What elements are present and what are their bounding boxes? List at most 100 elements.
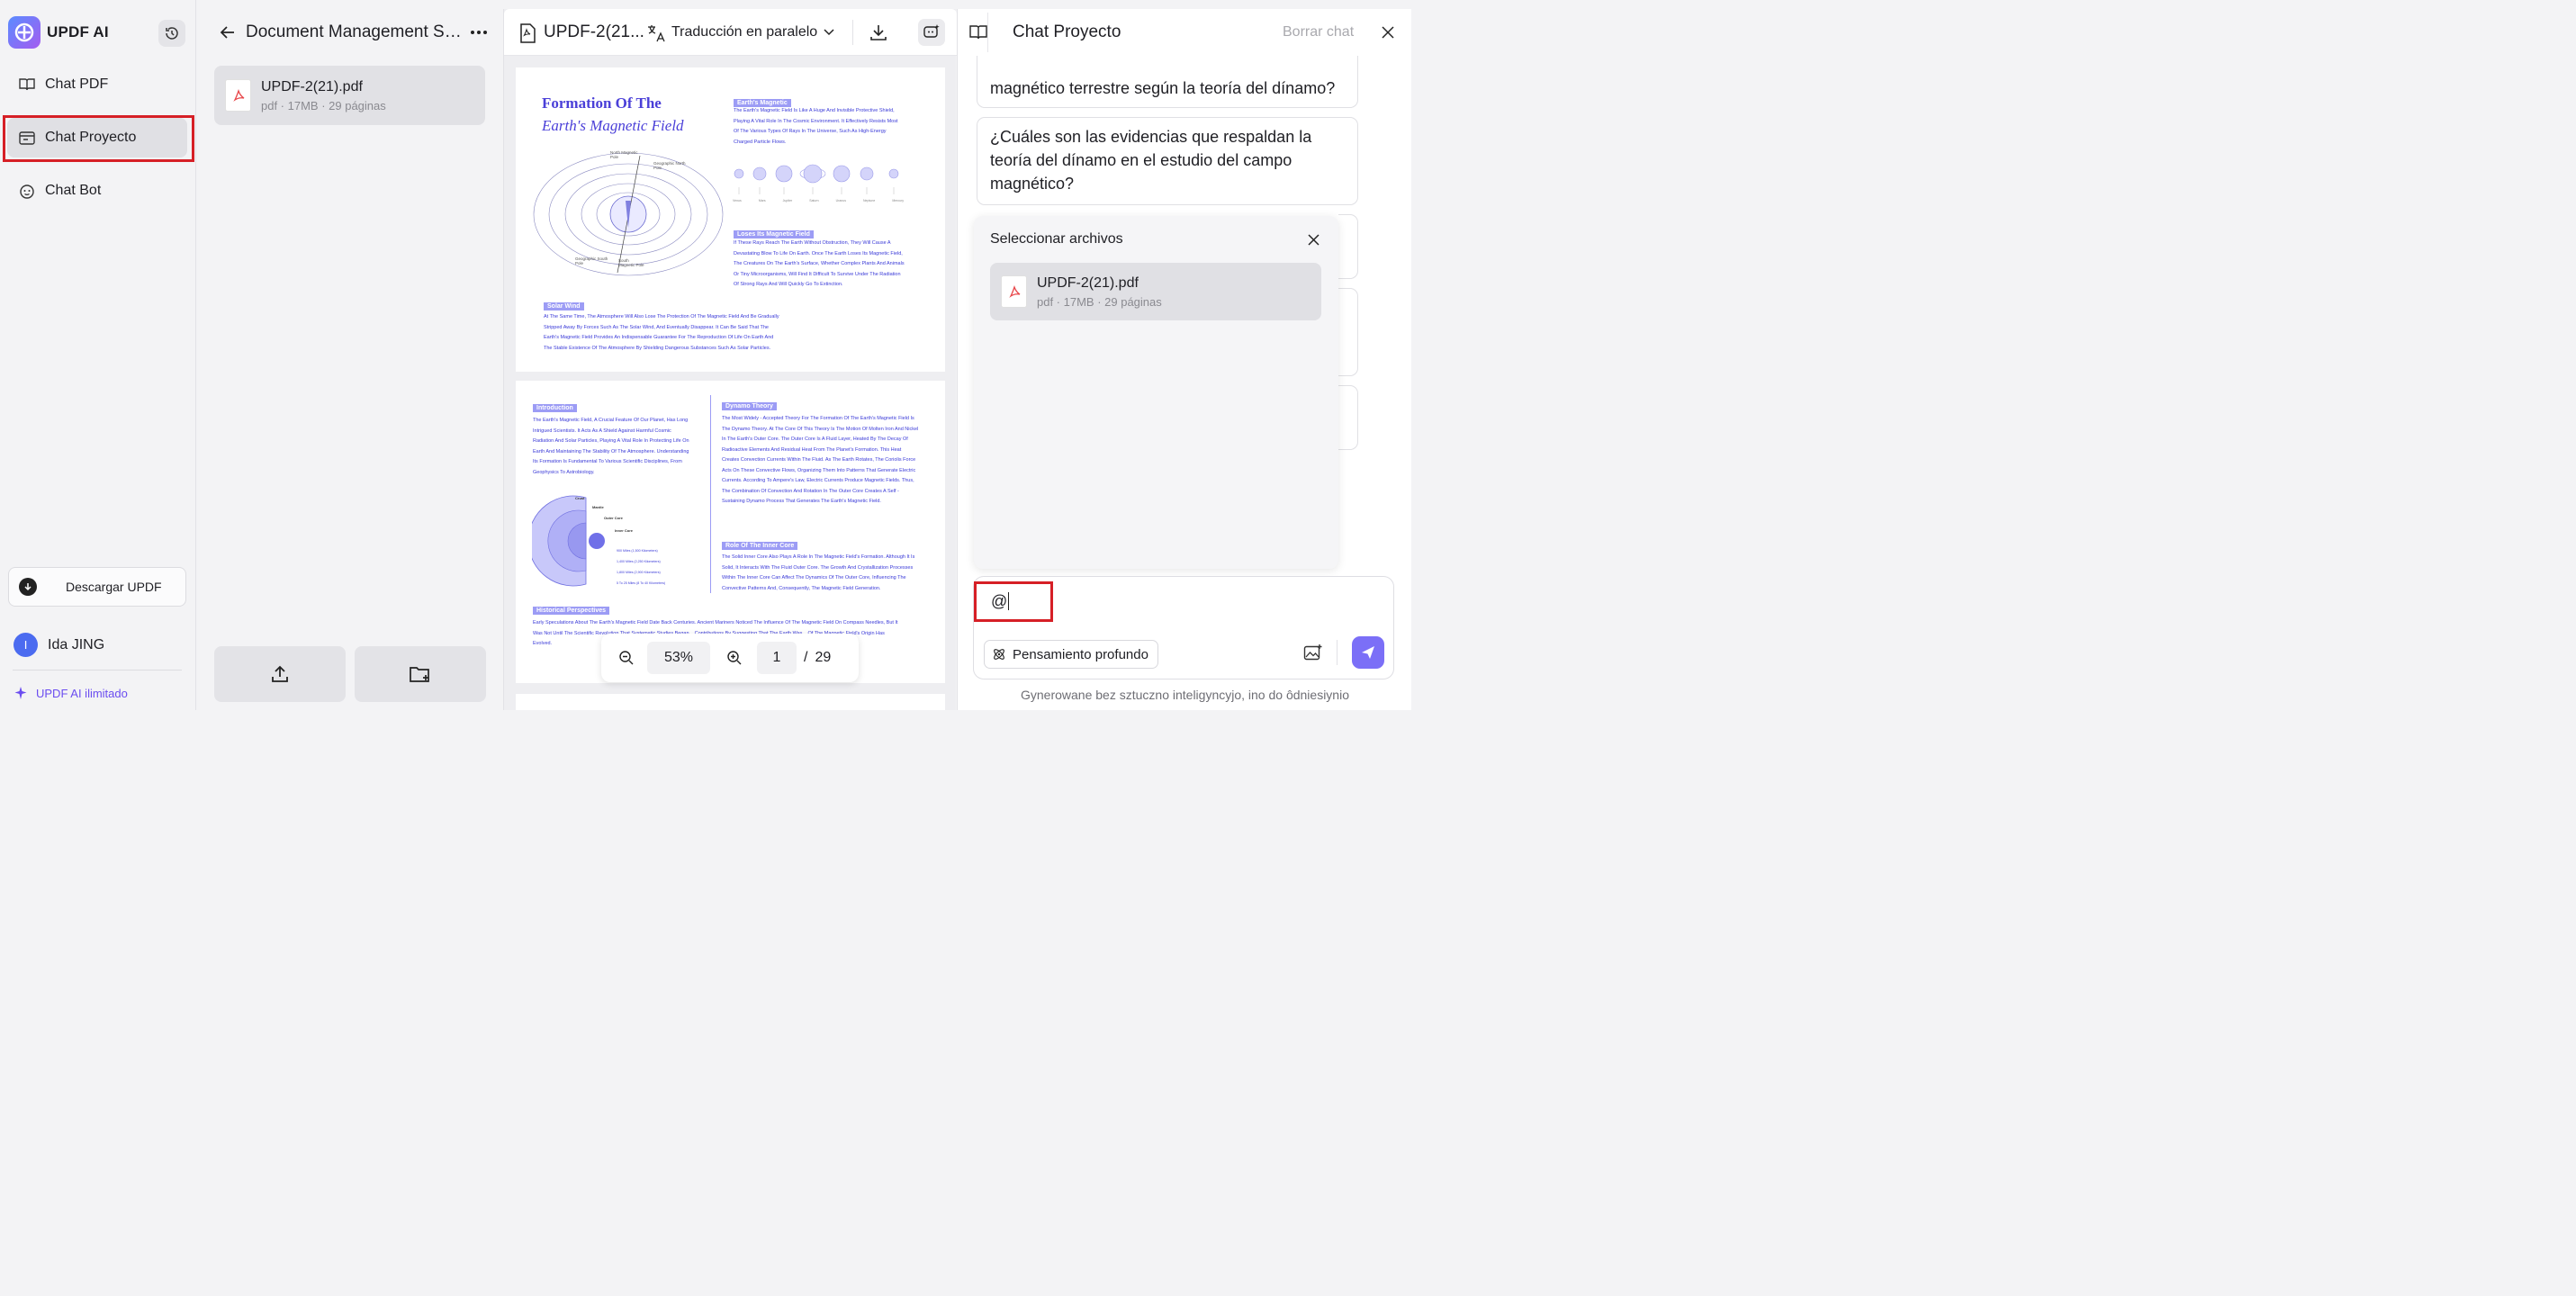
project-file-item[interactable]: UPDF-2(21).pdf pdf · 17MB · 29 páginas [214,66,485,125]
planet-labels: Venus Mars Jupiter Saturn Uranus Neptune Mercu… [733,199,904,202]
highlight-box [3,115,194,162]
pdf-document-icon [520,23,536,43]
chat-message-partial [1338,288,1358,376]
atom-icon [994,649,1004,660]
app-name: UPDF AI [47,23,109,40]
picker-file-meta: pdf · 17MB · 29 páginas [1037,294,1162,309]
file-meta: pdf · 17MB · 29 páginas [261,98,386,112]
section-tag-historical: Historical Perspectives [533,607,610,615]
zoom-out-icon[interactable] [618,650,635,666]
page-number-input[interactable]: 1 [757,642,797,674]
section-text-inner-core: The Solid Inner Core Also Plays A Role I… [722,554,915,591]
highlight-box [974,581,1053,622]
zoom-level[interactable]: 53% [647,642,710,674]
chat-message: ¿Cuáles son las evidencias que respaldan… [977,117,1358,205]
zoom-toolbar: 53% 1 / 29 [601,634,859,682]
upload-button[interactable] [214,646,346,702]
user-profile[interactable]: I Ida JING [14,633,104,657]
download-label: Descargar UPDF [66,580,162,594]
input-divider [1337,640,1338,665]
chat-message: magnético terrestre según la teoría del … [977,56,1358,108]
chat-panel: Chat Proyecto Borrar chat magnético terr… [957,9,1411,710]
pole-label-south-magnetic: South Magnetic Pole [618,258,644,267]
file-name: UPDF-2(21).pdf [261,78,363,94]
close-icon[interactable] [1382,26,1394,39]
book-open-icon[interactable] [968,23,988,41]
more-options-icon[interactable] [470,30,488,35]
left-sidebar: UPDF AI Chat PDF Chat Proyecto Chat Bot … [0,0,196,710]
translate-mode-select[interactable]: Traducción en paralelo [671,24,817,40]
viewer-toolbar: UPDF-2(21... Traducción en paralelo [504,9,957,56]
pole-label-north-magnetic: North Magnetic Pole [610,150,638,159]
planet-label: Saturn [809,199,819,202]
planet-label: Jupiter [782,199,793,202]
chat-sparkle-icon [923,24,940,38]
file-picker-popup: Seleccionar archivos UPDF-2(21).pdf pdf … [974,216,1338,569]
chat-message-text: magnético terrestre según la teoría del … [990,79,1336,97]
header-divider [987,13,988,52]
project-title: Document Management Sy... [246,22,462,41]
updf-ai-unlimited-link[interactable]: UPDF AI ilimitado [14,686,128,700]
sidebar-item-label: Chat PDF [45,76,109,92]
deep-thinking-label: Pensamiento profundo [1013,646,1148,662]
layer-label-inner-core: Inner Core [615,528,634,533]
sidebar-item-chat-pdf[interactable]: Chat PDF [7,65,187,104]
history-icon [166,27,178,40]
add-folder-button[interactable] [355,646,486,702]
pdf-file-icon [1001,275,1027,308]
page-total: 29 [815,650,832,665]
send-button[interactable] [1352,636,1384,669]
back-arrow-icon[interactable] [220,24,236,40]
earth-layers-diagram [532,495,605,587]
sidebar-item-chat-bot[interactable]: Chat Bot [7,171,187,211]
layer-label-mantle: Mantle [592,505,604,509]
section-tag-loses-field: Loses Its Magnetic Field [734,230,814,238]
updf-logo-icon [8,16,41,49]
section-text-loses-field: If These Rays Reach The Earth Without Ob… [734,240,905,287]
download-updf-button[interactable]: Descargar UPDF [8,567,186,607]
zoom-in-icon[interactable] [726,650,743,666]
layer-depth: 1,400 Miles (2,250 Kilometers) [617,560,661,563]
book-icon [19,78,35,91]
layer-depth: 900 Miles (1,500 Kilometers) [617,549,658,553]
clear-chat-button[interactable]: Borrar chat [1283,24,1354,40]
section-tag-solar-wind: Solar Wind [544,302,584,310]
pdf-viewer: UPDF-2(21... Traducción en paralelo Form… [503,9,957,710]
section-text-solar-wind: At The Same Time, The Atmosphere Will Al… [544,314,779,351]
chat-message-partial [1338,214,1358,279]
planet-label: Mercury [892,199,904,202]
pole-label-geographic-north: Geographic North Pole [653,161,686,170]
section-tag-dynamo: Dynamo Theory [722,402,777,410]
picker-title: Seleccionar archivos [990,231,1123,247]
column-divider [710,395,711,593]
ai-chat-toggle-button[interactable] [918,19,945,46]
add-folder-icon [410,667,429,682]
planet-label: Mars [758,199,766,202]
chat-message-partial [1338,385,1358,450]
planet-label: Neptune [863,199,876,202]
pdf-page-1: Formation Of The Earth's Magnetic Field … [516,68,945,372]
layer-label-outer-core: Outer Core [604,516,623,520]
sparkle-icon [14,687,27,699]
page-title-line2: Earth's Magnetic Field [542,117,684,134]
picker-file-item[interactable]: UPDF-2(21).pdf pdf · 17MB · 29 páginas [990,263,1321,320]
pdf-file-icon [225,79,251,112]
close-icon[interactable] [1308,234,1320,246]
add-image-icon[interactable] [1303,644,1323,662]
upload-icon [272,665,288,682]
chat-message-text: ¿Cuáles son las evidencias que respaldan… [990,128,1312,193]
bot-icon [20,184,34,199]
history-button[interactable] [158,20,185,47]
send-icon [1362,646,1374,659]
deep-thinking-toggle[interactable]: Pensamiento profundo [984,640,1158,669]
download-icon[interactable] [869,23,887,41]
user-name: Ida JING [48,636,105,652]
layer-depth: 1,800 Miles (2,900 Kilometers) [617,571,661,574]
chevron-down-icon[interactable] [824,29,834,36]
layer-label-crust: Crust [575,496,585,500]
section-text-introduction: The Earth's Magnetic Field, A Crucial Fe… [533,418,689,475]
download-icon [19,578,37,596]
viewer-file-title: UPDF-2(21... [544,22,644,41]
chat-title: Chat Proyecto [1013,22,1121,41]
layer-depth: 5 To 25 Miles (8 To 40 Kilometers) [617,581,666,585]
